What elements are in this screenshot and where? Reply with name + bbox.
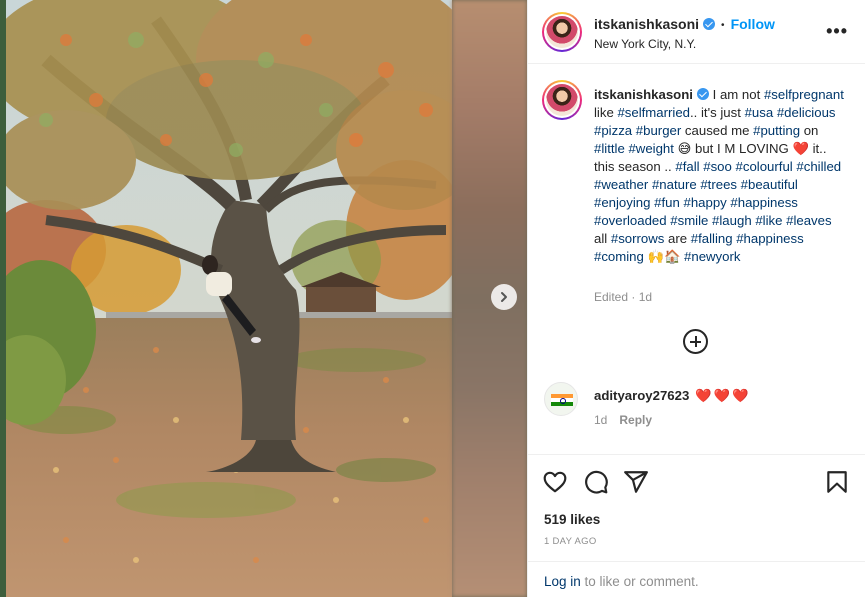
post-side-panel: itskanishkasoni • Follow New York City, N.… bbox=[527, 0, 865, 597]
reply-button[interactable]: Reply bbox=[619, 413, 652, 427]
caption-text-segment: all bbox=[594, 231, 611, 246]
chevron-right-icon bbox=[501, 292, 507, 302]
caption-text-segment: like bbox=[594, 105, 618, 120]
hashtag-link[interactable]: #like bbox=[755, 213, 782, 228]
hashtag-link[interactable]: #weather bbox=[594, 177, 648, 192]
hashtag-link[interactable]: #happy bbox=[683, 195, 726, 210]
separator-dot: • bbox=[721, 20, 725, 31]
caption-text-segment: I am not bbox=[708, 87, 764, 102]
india-flag-icon bbox=[551, 394, 573, 406]
caption-text: I am not #selfpregnant like #selfmarried… bbox=[594, 87, 844, 264]
post-date: 1 DAY AGO bbox=[544, 536, 597, 547]
hashtag-link[interactable]: #chilled bbox=[796, 159, 841, 174]
hashtag-link[interactable]: #fun bbox=[654, 195, 680, 210]
hashtag-link[interactable]: #laugh bbox=[712, 213, 752, 228]
hashtag-link[interactable]: #leaves bbox=[786, 213, 831, 228]
hashtag-link[interactable]: #enjoying bbox=[594, 195, 650, 210]
caption-username[interactable]: itskanishkasoni bbox=[594, 87, 693, 102]
follow-button[interactable]: Follow bbox=[731, 16, 775, 32]
hashtag-link[interactable]: #pizza bbox=[594, 123, 632, 138]
hashtag-link[interactable]: #overloaded bbox=[594, 213, 667, 228]
bookmark-icon[interactable] bbox=[824, 469, 850, 495]
hashtag-link[interactable]: #falling bbox=[691, 231, 733, 246]
commenter-avatar[interactable] bbox=[544, 382, 578, 416]
login-prompt-text: to like or comment. bbox=[580, 574, 699, 589]
hashtag-link[interactable]: #selfpregnant bbox=[764, 87, 844, 102]
post-photo bbox=[6, 0, 452, 597]
hashtag-link[interactable]: #beautiful bbox=[741, 177, 798, 192]
more-options-icon[interactable]: ••• bbox=[826, 22, 848, 40]
login-prompt: Log in to like or comment. bbox=[528, 561, 865, 597]
hashtag-link[interactable]: #burger bbox=[636, 123, 681, 138]
hashtag-link[interactable]: #sorrows bbox=[611, 231, 665, 246]
comment-time: 1d bbox=[594, 413, 608, 427]
hashtag-link[interactable]: #usa bbox=[745, 105, 774, 120]
hashtag-link[interactable]: #coming bbox=[594, 249, 644, 264]
hashtag-link[interactable]: #trees bbox=[700, 177, 737, 192]
caption-text-segment: caused me bbox=[681, 123, 754, 138]
share-icon[interactable] bbox=[623, 469, 649, 495]
caption-author-avatar[interactable] bbox=[542, 80, 582, 120]
commenter-username[interactable]: adityaroy27623 bbox=[594, 388, 689, 403]
hashtag-link[interactable]: #delicious bbox=[777, 105, 836, 120]
login-link[interactable]: Log in bbox=[544, 574, 581, 589]
caption-text-segment: on bbox=[800, 123, 819, 138]
hashtag-link[interactable]: #nature bbox=[652, 177, 697, 192]
hashtag-link[interactable]: #selfmarried bbox=[617, 105, 690, 120]
next-photo-button[interactable] bbox=[491, 284, 517, 310]
hashtag-link[interactable]: #fall bbox=[675, 159, 699, 174]
author-username[interactable]: itskanishkasoni bbox=[594, 16, 699, 32]
hashtag-link[interactable]: #happiness bbox=[730, 195, 797, 210]
verified-badge-icon bbox=[703, 18, 716, 30]
action-bar bbox=[528, 454, 865, 509]
plus-circle-icon[interactable] bbox=[683, 329, 708, 354]
post-caption: itskanishkasoni I am not #selfpregnant l… bbox=[594, 86, 844, 266]
post-header: itskanishkasoni • Follow New York City, N.… bbox=[528, 0, 865, 64]
hashtag-link[interactable]: #putting bbox=[753, 123, 800, 138]
heart-icon[interactable] bbox=[542, 469, 568, 495]
post-location[interactable]: New York City, N.Y. bbox=[594, 37, 696, 51]
hashtag-link[interactable]: #smile bbox=[670, 213, 708, 228]
hashtag-link[interactable]: #weight bbox=[628, 141, 673, 156]
edited-timestamp: Edited · 1d bbox=[594, 290, 653, 304]
hashtag-link[interactable]: #colourful bbox=[736, 159, 793, 174]
caption-text-segment: are bbox=[664, 231, 691, 246]
verified-badge-icon bbox=[696, 88, 709, 100]
hashtag-link[interactable]: #happiness bbox=[736, 231, 803, 246]
comments-area: itskanishkasoni I am not #selfpregnant l… bbox=[528, 64, 865, 454]
caption-text-segment: .. it's just bbox=[690, 105, 745, 120]
comment-text: ❤️❤️❤️ bbox=[695, 388, 751, 403]
caption-text-segment: 🙌🏠 bbox=[643, 249, 685, 264]
likes-count[interactable]: 519 likes bbox=[544, 512, 600, 527]
hashtag-link[interactable]: #newyork bbox=[684, 249, 740, 264]
comment-icon[interactable] bbox=[583, 469, 609, 495]
hashtag-link[interactable]: #little bbox=[594, 141, 625, 156]
author-avatar[interactable] bbox=[542, 12, 582, 52]
tree-photo-illustration bbox=[6, 0, 452, 597]
hashtag-link[interactable]: #soo bbox=[703, 159, 732, 174]
post-media bbox=[0, 0, 527, 597]
